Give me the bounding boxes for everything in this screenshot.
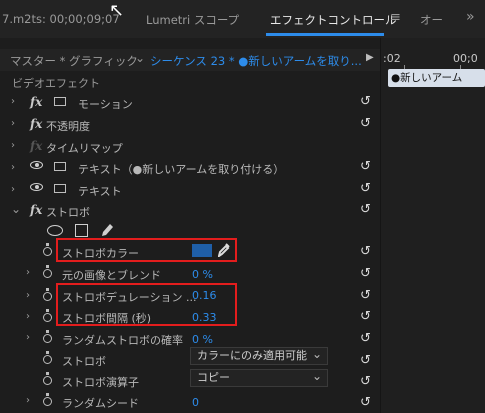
stopwatch-icon[interactable] (43, 330, 52, 343)
more-tabs-icon[interactable]: » (466, 9, 475, 25)
effect-motion[interactable]: モーション (78, 96, 133, 112)
random-probability-label: ランダムストロボの確率 (62, 334, 183, 347)
panel-menu-icon[interactable]: ≡ (390, 10, 401, 25)
mouse-cursor-icon: ↖ (109, 0, 125, 21)
strobe-type-dropdown[interactable]: カラーにのみ適用可能 ⌄ (190, 347, 328, 365)
dropdown-chevron-icon: ⌄ (311, 347, 322, 361)
effect-strobe[interactable]: ストロボ (46, 204, 90, 220)
expand-chevron-icon[interactable]: › (11, 184, 15, 195)
blend-value[interactable]: 0 % (192, 268, 213, 281)
tab-effect-controls[interactable]: エフェクトコントロール (270, 12, 397, 28)
effect-text-2[interactable]: テキスト (78, 183, 122, 199)
eye-pupil-icon (35, 163, 39, 167)
reset-icon[interactable]: ↺ (360, 374, 371, 389)
highlight-box-strobe-timing (56, 283, 237, 326)
expand-chevron-icon[interactable]: › (11, 162, 15, 173)
reset-icon[interactable]: ↺ (360, 94, 371, 109)
stopwatch-icon[interactable] (43, 243, 52, 256)
strobe-type-label: ストロボ (62, 355, 106, 368)
fx-icon[interactable]: fx (30, 203, 42, 217)
expand-chevron-icon[interactable]: › (26, 267, 30, 278)
reset-icon[interactable]: ↺ (360, 331, 371, 346)
timeline-clip[interactable]: ●新しいアーム (388, 69, 485, 87)
effect-opacity[interactable]: 不透明度 (46, 118, 90, 134)
expand-chevron-icon[interactable]: › (11, 118, 15, 129)
tab-overflow[interactable]: オー (420, 12, 443, 28)
reset-icon[interactable]: ↺ (360, 309, 371, 324)
effect-text-1[interactable]: テキスト（●新しいアームを取り付ける） (78, 161, 284, 177)
random-probability-value[interactable]: 0 % (192, 333, 213, 346)
fx-disabled-icon: fx (30, 139, 43, 153)
reset-icon[interactable]: ↺ (360, 395, 371, 410)
expand-chevron-icon[interactable]: › (11, 96, 15, 107)
tab-lumetri-scopes[interactable]: Lumetri スコープ (146, 12, 239, 28)
transform-box-icon[interactable] (54, 184, 66, 193)
timeline-time-1: :02 (383, 52, 401, 65)
stopwatch-icon[interactable] (43, 288, 52, 301)
fx-icon[interactable]: fx (30, 117, 42, 131)
master-clip-selector[interactable]: マスター * グラフィック (10, 53, 138, 69)
highlight-box-strobe-color (56, 238, 237, 262)
stopwatch-icon[interactable] (43, 393, 52, 406)
timeline-area[interactable] (380, 38, 485, 413)
expand-chevron-icon[interactable]: › (26, 311, 30, 322)
collapse-chevron-icon[interactable]: ⌄ (11, 202, 21, 216)
strobe-type-value: カラーにのみ適用可能 (197, 349, 307, 362)
reset-icon[interactable]: ↺ (360, 288, 371, 303)
sequence-clip-label[interactable]: シーケンス 23 * ●新しいアームを取り... (150, 53, 362, 69)
strobe-operator-dropdown[interactable]: コピー ⌄ (190, 369, 328, 387)
strobe-operator-label: ストロボ演算子 (62, 376, 139, 389)
random-seed-label: ランダムシード (62, 397, 139, 410)
reset-icon[interactable]: ↺ (360, 116, 371, 131)
reset-icon[interactable]: ↺ (360, 266, 371, 281)
reset-icon[interactable]: ↺ (360, 353, 371, 368)
expand-chevron-icon[interactable]: › (11, 140, 15, 151)
strobe-operator-value: コピー (197, 371, 230, 384)
stopwatch-icon[interactable] (43, 372, 52, 385)
video-effects-heading: ビデオエフェクト (12, 77, 100, 90)
reset-icon[interactable]: ↺ (360, 159, 371, 174)
reset-icon[interactable]: ↺ (360, 244, 371, 259)
transform-box-icon[interactable] (54, 97, 66, 106)
stopwatch-icon[interactable] (43, 309, 52, 322)
effect-time-remap[interactable]: タイムリマップ (46, 140, 123, 156)
play-icon[interactable]: ▶ (366, 52, 374, 63)
reset-icon[interactable]: ↺ (360, 181, 371, 196)
tab-source-monitor[interactable]: 7.m2ts: 00;00;09;07 (2, 12, 120, 26)
stopwatch-icon[interactable] (43, 351, 52, 364)
transform-box-icon[interactable] (54, 162, 66, 171)
timeline-time-2: 00;0 (453, 52, 478, 65)
rectangle-mask-icon[interactable] (75, 224, 88, 237)
reset-icon[interactable]: ↺ (360, 202, 371, 217)
blend-label: 元の画像とブレンド (62, 269, 161, 282)
master-dropdown-chevron-icon[interactable]: ⌄ (135, 51, 145, 65)
stopwatch-icon[interactable] (43, 265, 52, 278)
eye-pupil-icon (35, 185, 39, 189)
pen-mask-icon[interactable] (100, 222, 114, 238)
ellipse-mask-icon[interactable] (47, 225, 63, 236)
expand-chevron-icon[interactable]: › (26, 332, 30, 343)
dropdown-chevron-icon: ⌄ (311, 369, 322, 383)
fx-icon[interactable]: fx (30, 95, 42, 109)
random-seed-value[interactable]: 0 (192, 396, 199, 409)
active-tab-indicator (266, 33, 384, 36)
expand-chevron-icon[interactable]: › (26, 290, 30, 301)
expand-chevron-icon[interactable]: › (26, 395, 30, 406)
